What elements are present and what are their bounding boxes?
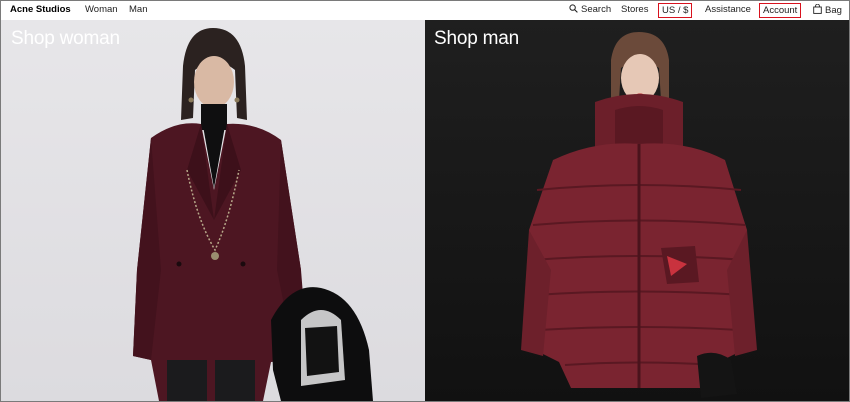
shop-woman-title[interactable]: Shop woman bbox=[11, 28, 120, 50]
man-model-image bbox=[521, 32, 757, 398]
account-button[interactable]: Account bbox=[759, 3, 802, 18]
brand-logo[interactable]: Acne Studios bbox=[10, 4, 71, 16]
shop-man-title[interactable]: Shop man bbox=[434, 28, 519, 50]
nav-man[interactable]: Man bbox=[129, 4, 147, 16]
shop-woman-panel[interactable]: Shop woman bbox=[1, 20, 425, 401]
nav-stores[interactable]: Stores bbox=[621, 4, 648, 16]
search-icon bbox=[569, 4, 578, 17]
bag-button[interactable]: Bag bbox=[813, 3, 842, 18]
bag-label: Bag bbox=[825, 5, 842, 16]
nav-woman[interactable]: Woman bbox=[85, 4, 118, 16]
shop-man-panel[interactable]: Shop man bbox=[425, 20, 849, 401]
search-button[interactable]: Search bbox=[569, 4, 611, 17]
currency-selector[interactable]: US / $ bbox=[658, 3, 693, 18]
nav-assistance[interactable]: Assistance bbox=[705, 4, 751, 16]
search-label: Search bbox=[581, 4, 612, 15]
woman-model-image bbox=[133, 28, 373, 401]
bag-icon bbox=[813, 3, 822, 18]
top-navigation: Acne Studios Woman Man Search Stores US … bbox=[1, 1, 849, 20]
